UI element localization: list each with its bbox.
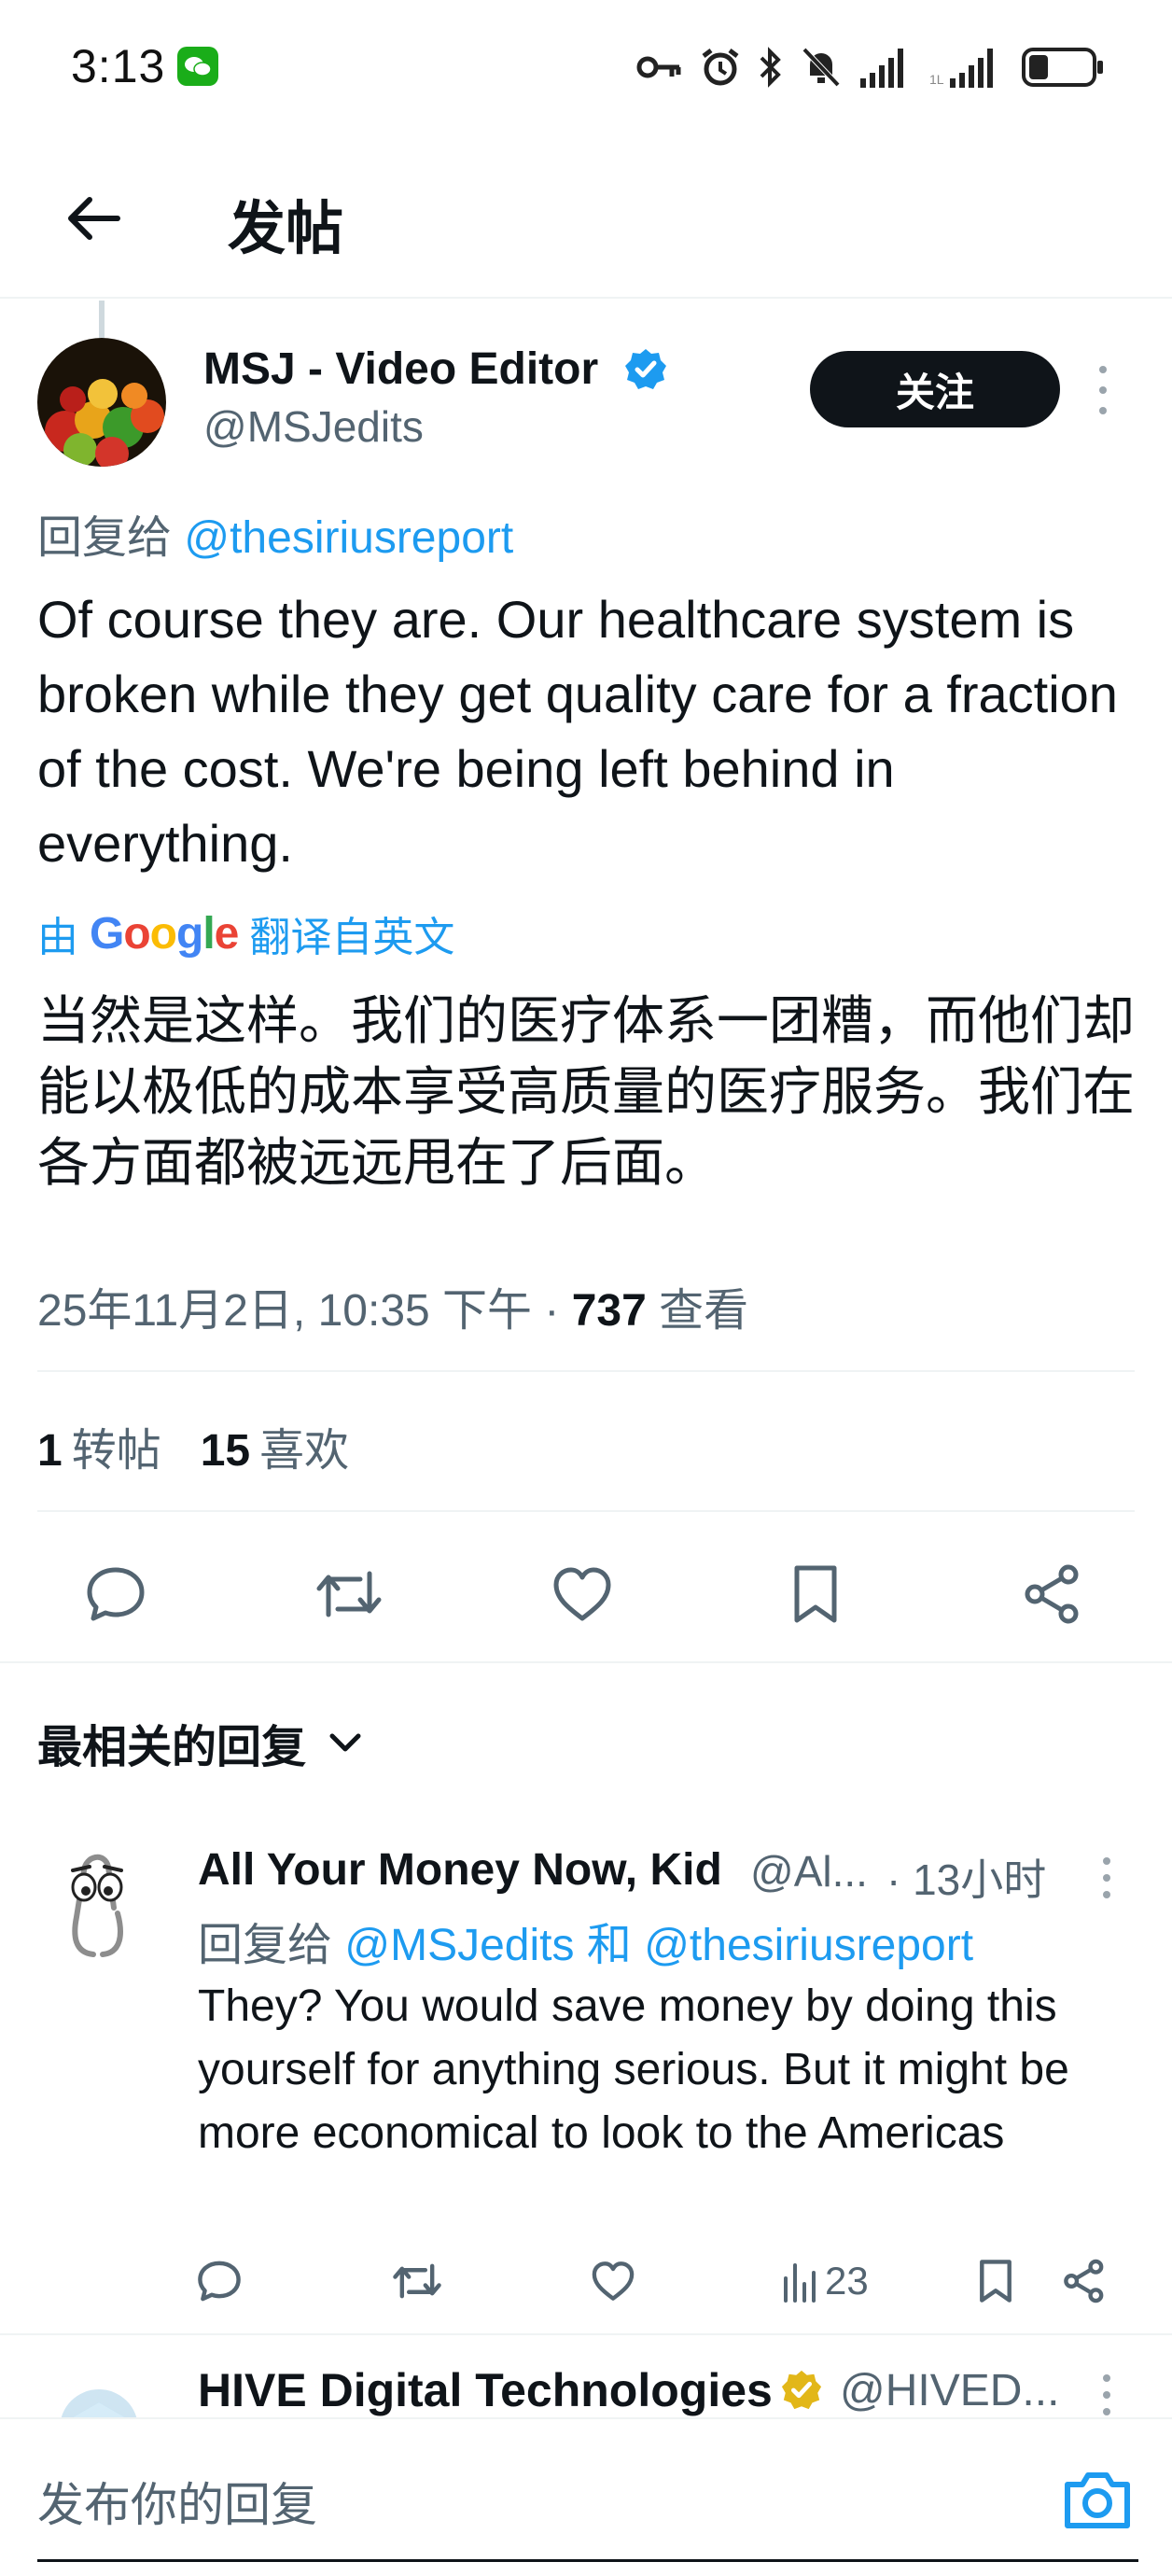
retweets-count[interactable]: 1 (37, 1426, 63, 1476)
reply-author-handle[interactable]: @HIVED... (840, 2365, 1059, 2416)
chevron-down-icon (329, 1733, 361, 1752)
arrow-left-icon (68, 197, 120, 240)
battery-icon (1022, 48, 1103, 87)
retweet-button[interactable] (392, 2253, 442, 2309)
reply-to-mention[interactable]: @thesiriusreport (184, 513, 513, 563)
translation-attribution[interactable]: 由 Google 翻译自英文 (37, 903, 454, 963)
more-options-icon[interactable] (1097, 2374, 1116, 2415)
reply-time: · 13小时 (886, 1855, 1047, 1904)
reply-to-prefix: 回复给 (37, 513, 173, 563)
divider (37, 1370, 1135, 1372)
views-label: 查看 (646, 1286, 749, 1336)
author-avatar[interactable] (37, 338, 166, 467)
mute-icon (802, 47, 841, 88)
reply-to-line: 回复给 @MSJedits 和 @thesiriusreport (198, 1908, 973, 1973)
reply-views-count: 23 (825, 2259, 869, 2303)
analytics-icon (784, 2263, 816, 2303)
reply-compose-bar: 发布你的回复 (0, 2417, 1172, 2576)
more-options-icon[interactable] (1097, 1857, 1116, 1898)
views-count: 737 (571, 1286, 647, 1336)
camera-icon (1065, 2472, 1130, 2528)
tweet-text: Of course they are. Our healthcare syste… (37, 590, 1118, 873)
tweet-action-bar (0, 1540, 1172, 1633)
bookmark-icon (794, 1565, 837, 1623)
likes-label[interactable]: 喜欢 (259, 1426, 349, 1476)
comment-icon (198, 2261, 241, 2302)
divider (0, 2333, 1172, 2335)
retweets-label[interactable]: 转帖 (72, 1426, 161, 1476)
author-handle[interactable]: @MSJedits (203, 401, 424, 452)
thread-connector-line (99, 301, 105, 338)
replies-sort-selector[interactable]: 最相关的回复 (37, 1710, 362, 1775)
reply-button[interactable] (80, 1559, 151, 1630)
signal-icon (860, 49, 903, 88)
share-button[interactable] (1062, 2253, 1107, 2309)
reply-action-bar: 23 (0, 2249, 1172, 2315)
reply-mention-joiner: 和 (586, 1921, 632, 1970)
status-bar: 3:13 1L (0, 0, 1172, 131)
page-title: 发帖 (228, 197, 344, 261)
back-button[interactable] (56, 181, 131, 256)
heart-icon (592, 2261, 635, 2301)
reply-avatar[interactable] (56, 1842, 140, 1964)
comment-icon (87, 1567, 145, 1621)
tweet-meta: 25年11月2日, 10:35 下午 · 737 查看 (37, 1273, 748, 1338)
reply-author-name[interactable]: All Your Money Now, Kid (198, 1844, 722, 1896)
bookmark-icon (980, 2260, 1012, 2303)
bluetooth-icon (760, 47, 781, 88)
retweet-button[interactable] (314, 1559, 384, 1630)
compose-underline (37, 2559, 1138, 2562)
bookmark-button[interactable] (976, 2253, 1015, 2309)
wechat-icon (177, 47, 218, 86)
tweet-timestamp: 25年11月2日, 10:35 下午 · (37, 1286, 572, 1336)
reply-button[interactable] (196, 2253, 243, 2309)
reply-text: They? You would save money by doing this… (198, 1981, 1069, 2158)
share-icon (1064, 2259, 1104, 2303)
reply-mention-2[interactable]: @thesiriusreport (644, 1921, 973, 1970)
reply-input[interactable]: 发布你的回复 (37, 2468, 317, 2535)
google-logo: Google (90, 908, 239, 959)
translate-suffix: 翻译自英文 (249, 915, 455, 960)
likes-count[interactable]: 15 (201, 1426, 250, 1476)
status-time: 3:13 (71, 40, 166, 92)
reply-author-handle[interactable]: @Al... (750, 1846, 868, 1897)
engagement-stats: 1 转帖 15 喜欢 (37, 1413, 349, 1478)
share-button[interactable] (1017, 1559, 1088, 1630)
more-options-icon[interactable] (1092, 366, 1114, 414)
divider (37, 1510, 1135, 1512)
translated-text: 当然是这样。我们的医疗体系一团糟，而他们却能以极低的成本享受高质量的医疗服务。我… (37, 991, 1135, 1192)
signal-icon-2: 1L (929, 49, 993, 88)
camera-button[interactable] (1058, 2460, 1137, 2539)
verified-badge-icon (623, 347, 668, 392)
author-name[interactable]: MSJ - Video Editor (203, 343, 598, 395)
follow-button[interactable]: 关注 (810, 351, 1060, 427)
reply-mention-1[interactable]: @MSJedits (344, 1921, 574, 1970)
sort-label: 最相关的回复 (37, 1723, 307, 1772)
views-button[interactable]: 23 (782, 2253, 869, 2309)
reply-author-name[interactable]: HIVE Digital Technologies (198, 2363, 773, 2417)
status-icons: 1L (636, 43, 1107, 91)
bookmark-button[interactable] (780, 1559, 851, 1630)
alarm-icon (702, 49, 739, 86)
translate-prefix: 由 (37, 915, 78, 960)
like-button[interactable] (547, 1559, 618, 1630)
retweet-icon (393, 2263, 441, 2299)
retweet-icon (316, 1571, 382, 1617)
heart-icon (553, 1567, 611, 1621)
like-button[interactable] (590, 2253, 636, 2309)
top-app-bar: 发帖 (0, 140, 1172, 299)
divider (0, 1661, 1172, 1663)
share-icon (1025, 1564, 1079, 1624)
reply-to-line: 回复给 @thesiriusreport (37, 500, 513, 566)
verified-gold-badge-icon (780, 2369, 823, 2412)
svg-text:1L: 1L (929, 72, 944, 87)
reply-to-prefix: 回复给 (198, 1921, 333, 1970)
key-icon (636, 56, 681, 78)
